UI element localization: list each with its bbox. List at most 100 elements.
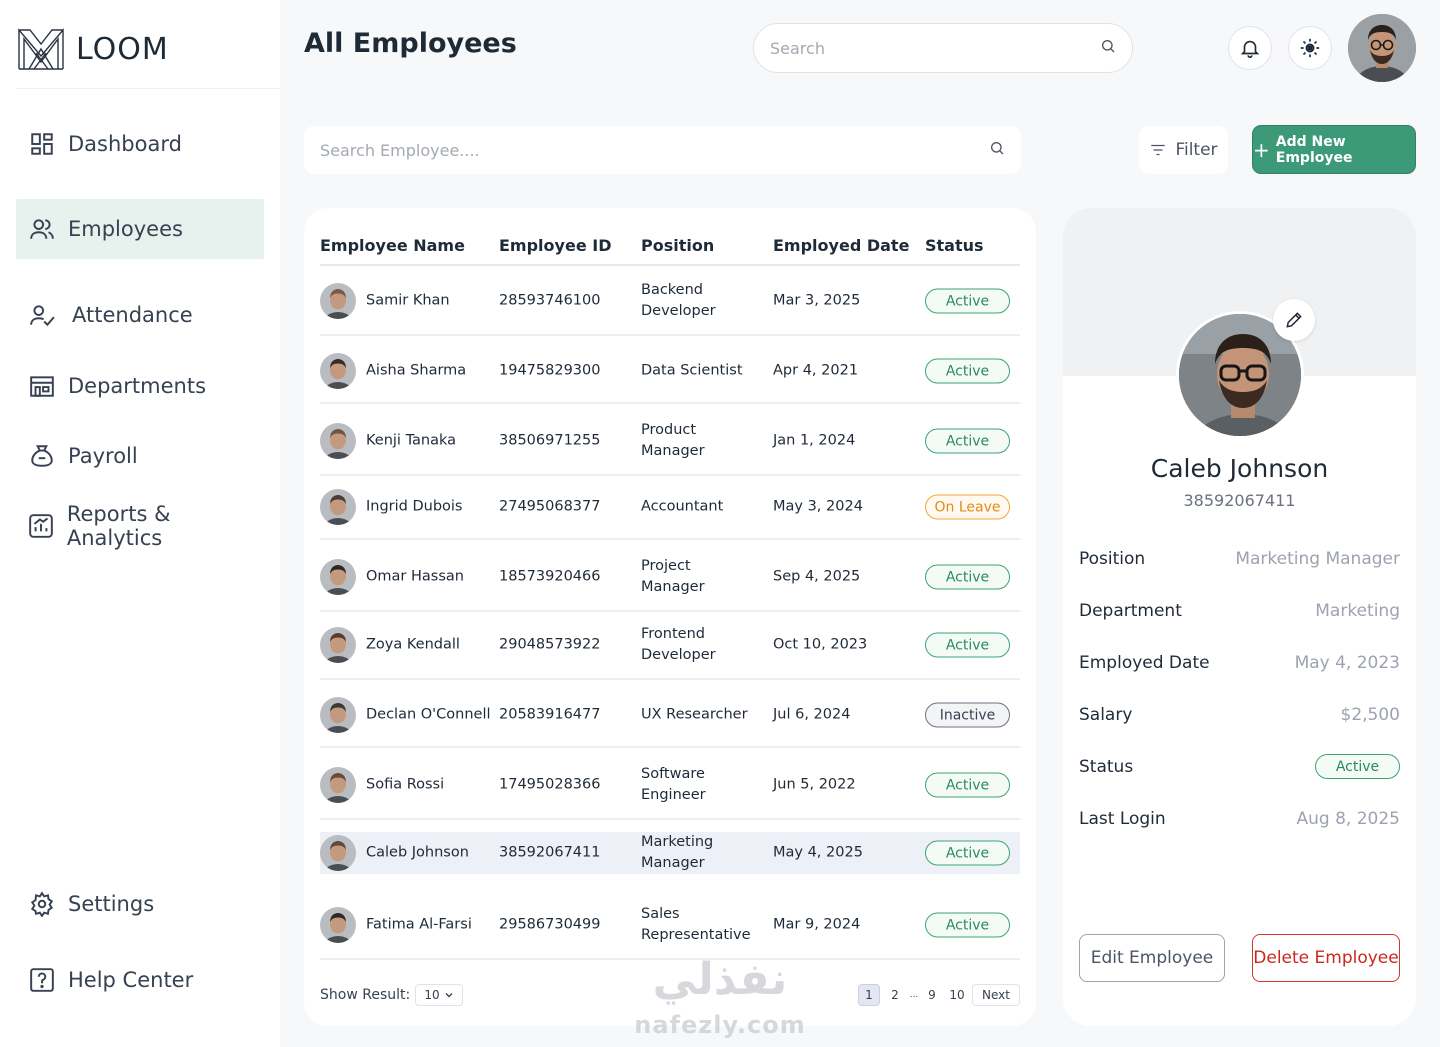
filter-button[interactable]: Filter [1139,126,1228,174]
employee-name[interactable]: Kenji Tanaka [366,431,456,452]
dashboard-icon [28,130,56,158]
column-header-status[interactable]: Status [925,236,984,255]
employed-date: Jun 5, 2022 [773,776,856,793]
column-header-position[interactable]: Position [641,236,714,255]
row-divider [320,678,1020,680]
status-badge: Active [925,772,1010,798]
delete-employee-button[interactable]: Delete Employee [1252,934,1400,982]
search-icon[interactable] [1100,38,1116,58]
employee-position: Backend Developer [641,280,716,322]
page-10-button[interactable]: 10 [946,984,968,1006]
sidebar-item-help-center[interactable]: Help Center [16,950,264,1010]
position-line: Developer [641,647,716,663]
sidebar-item-attendance[interactable]: Attendance [16,285,264,345]
employee-name[interactable]: Omar Hassan [366,567,464,588]
position-line: Engineer [641,787,706,803]
page-2-button[interactable]: 2 [886,984,904,1006]
position-line: Product [641,422,697,438]
employee-name[interactable]: Caleb Johnson [366,843,469,864]
employee-name[interactable]: Ingrid Dubois [366,497,463,518]
next-page-button[interactable]: Next [972,984,1020,1006]
position-line: UX Researcher [641,706,748,723]
sidebar-item-label: Settings [68,892,155,916]
table-row[interactable]: Aisha Sharma 19475829300 Data Scientist Apr… [320,338,1020,404]
sidebar-item-label: Reports & Analytics [66,502,171,550]
detail-value-position: Marketing Manager [1235,549,1400,569]
table-row[interactable]: Caleb Johnson 38592067411 Marketing Manager… [320,832,1020,874]
table-row[interactable]: Zoya Kendall 29048573922 Frontend Developer… [320,610,1020,680]
employee-search-input[interactable] [320,140,989,160]
employee-id: 29586730499 [499,916,601,933]
column-header-date[interactable]: Employed Date [773,236,909,255]
employee-name[interactable]: Aisha Sharma [366,361,466,382]
detail-label-status: Status [1079,757,1134,777]
row-divider [320,538,1020,540]
global-search-input[interactable] [770,38,1100,58]
row-divider [320,402,1020,404]
detail-value-last-login: Aug 8, 2025 [1296,809,1401,829]
employee-name[interactable]: Samir Khan [366,291,450,312]
employee-position: Accountant [641,497,723,518]
table-row[interactable]: Kenji Tanaka 38506971255 Product Manager Jan… [320,406,1020,476]
position-line: Representative [641,927,751,943]
column-header-name[interactable]: Employee Name [320,236,465,255]
employee-id: 38592067411 [499,844,601,861]
employed-date: Mar 3, 2025 [773,292,861,309]
employee-position: UX Researcher [641,705,748,726]
employee-id: 29048573922 [499,636,601,653]
sidebar-item-dashboard[interactable]: Dashboard [16,114,264,174]
global-search[interactable] [753,23,1133,73]
plus-icon: + [1253,137,1270,162]
table-row[interactable]: Sofia Rossi 17495028366 Software Engineer Ju… [320,750,1020,820]
table-row[interactable]: Declan O'Connell 20583916477 UX Researcher… [320,682,1020,748]
table-row[interactable]: Samir Khan 28593746100 Backend Developer Mar… [320,266,1020,336]
logo[interactable]: LOOM [16,26,169,72]
employed-date: Apr 4, 2021 [773,362,859,379]
employee-name[interactable]: Fatima Al-Farsi [366,915,472,936]
employee-name[interactable]: Zoya Kendall [366,635,460,656]
profile-employee-id: 38592067411 [1183,491,1296,510]
sidebar-item-employees[interactable]: Employees [16,199,264,259]
position-line: Developer [641,303,716,319]
position-line: Sales [641,906,680,922]
employee-avatar [320,283,356,319]
status-badge: Active [925,632,1010,658]
employee-avatar [320,627,356,663]
employed-date: Mar 9, 2024 [773,916,861,933]
table-row[interactable]: Omar Hassan 18573920466 Project Manager Sep … [320,542,1020,612]
table-row[interactable]: Ingrid Dubois 27495068377 Accountant May 3,… [320,474,1020,540]
detail-label-position: Position [1079,549,1146,569]
employees-table: Employee Name Employee ID Position Emplo… [304,208,1036,1026]
column-header-id[interactable]: Employee ID [499,236,611,255]
page-size-select[interactable]: 10 [415,984,463,1006]
employee-search[interactable] [304,126,1021,174]
add-employee-button[interactable]: + Add New Employee [1252,125,1416,174]
employee-id: 18573920466 [499,568,601,585]
employee-name[interactable]: Sofia Rossi [366,775,444,796]
edit-photo-button[interactable] [1273,299,1315,341]
show-result-label: Show Result: [320,987,411,1003]
theme-toggle-button[interactable] [1288,26,1332,70]
notifications-button[interactable] [1228,26,1272,70]
page-9-button[interactable]: 9 [923,984,941,1006]
detail-label-employed-date: Employed Date [1079,653,1210,673]
user-avatar[interactable] [1348,14,1416,82]
page-1-button[interactable]: 1 [858,984,880,1006]
employee-name[interactable]: Declan O'Connell [366,705,491,726]
search-icon[interactable] [989,140,1005,160]
page-ellipsis: ... [909,990,919,1000]
sidebar-item-settings[interactable]: Settings [16,874,264,934]
sidebar-item-departments[interactable]: Departments [16,356,264,416]
employee-id: 19475829300 [499,362,601,379]
edit-employee-button[interactable]: Edit Employee [1079,934,1225,982]
pencil-icon [1286,312,1302,328]
chevron-down-icon [445,993,453,998]
employee-avatar [320,353,356,389]
filter-icon [1151,144,1166,156]
employee-position: Frontend Developer [641,624,716,666]
sidebar-item-reports[interactable]: Reports & Analytics [16,496,264,556]
detail-value-salary: $2,500 [1340,705,1400,725]
row-divider [320,746,1020,748]
sidebar-item-payroll[interactable]: Payroll [16,426,264,486]
position-line: Manager [641,443,705,459]
